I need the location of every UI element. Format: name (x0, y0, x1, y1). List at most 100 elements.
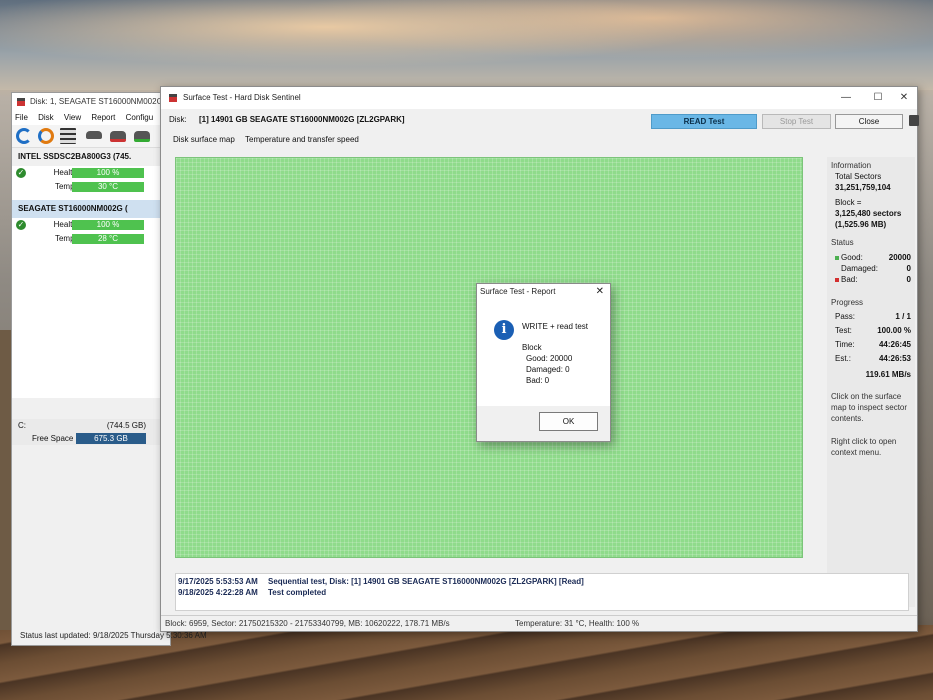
surface-test-title: Surface Test - Hard Disk Sentinel (183, 93, 301, 102)
volume-size: (744.5 GB) (106, 421, 146, 430)
disk-item-intel[interactable]: INTEL SSDSC2BA800G3 (745. (12, 148, 169, 166)
bad-value: 0 (906, 275, 911, 284)
log-message: Test completed (268, 588, 327, 597)
disk-health-row: ✓ Health: 100 % (12, 218, 169, 232)
temp-bar: 30 °C (72, 182, 144, 192)
disk-health-row: ✓ Health: 100 % (12, 166, 169, 180)
close-dialog-icon[interactable]: ✕ (596, 284, 604, 300)
background-photo (0, 0, 933, 90)
report-dialog: Surface Test - Report ✕ i WRITE + read t… (476, 283, 611, 442)
app-icon (169, 94, 177, 102)
ok-button[interactable]: OK (539, 412, 598, 431)
menu-view[interactable]: View (64, 113, 81, 122)
report-heading: WRITE + read test (522, 322, 589, 331)
disk-name: [1] 14901 GB SEAGATE ST16000NM002G [ZL2G… (199, 115, 405, 124)
pass-value: 1 / 1 (895, 312, 911, 321)
log-row: 9/17/2025 5:53:53 AM Sequential test, Di… (178, 577, 584, 586)
health-bar: 100 % (72, 220, 144, 230)
log-time: 9/17/2025 5:53:53 AM (178, 577, 258, 586)
volume-panel: C: (744.5 GB) Free Space 675.3 GB (12, 419, 170, 445)
report-block-label: Block (522, 343, 542, 352)
menu-disk[interactable]: Disk (38, 113, 54, 122)
disk-temp-row: Temp.: 30 °C (12, 180, 169, 194)
app-icon (17, 98, 25, 106)
disk-label: Disk: (169, 115, 187, 124)
refresh-all-icon[interactable] (38, 128, 54, 144)
block-mb: (1,525.96 MB) (835, 220, 887, 229)
test-label: Test: (835, 326, 852, 335)
list-icon[interactable] (60, 128, 76, 144)
log-panel: 9/17/2025 5:53:53 AM Sequential test, Di… (175, 573, 909, 611)
block-sectors: 3,125,480 sectors (835, 209, 902, 218)
damaged-label: Damaged: (841, 264, 878, 273)
tab-disk-surface-map[interactable]: Disk surface map (173, 135, 235, 144)
menu-configuration[interactable]: Configu (126, 113, 154, 122)
bad-label: Bad: (835, 274, 857, 285)
check-icon: ✓ (16, 220, 26, 230)
save-icon[interactable] (909, 115, 919, 126)
report-dialog-titlebar[interactable]: Surface Test - Report ✕ (477, 284, 610, 300)
info-icon: i (494, 320, 514, 340)
menu-file[interactable]: File (15, 113, 28, 122)
menu-report[interactable]: Report (91, 113, 115, 122)
report-bad: Bad: 0 (526, 376, 550, 385)
hint-line: contents. (831, 414, 864, 423)
pass-label: Pass: (835, 312, 856, 321)
disk-icon[interactable] (86, 131, 102, 139)
minimize-icon[interactable]: — (833, 87, 859, 109)
block-status: Block: 6959, Sector: 21750215320 - 21753… (165, 619, 450, 628)
free-space-label: Free Space (32, 434, 74, 443)
surface-test-status-bar: Block: 6959, Sector: 21750215320 - 21753… (161, 615, 917, 631)
block-label: Block = (835, 198, 862, 207)
health-bar: 100 % (72, 168, 144, 178)
disk-item-seagate[interactable]: SEAGATE ST16000NM002G ( (12, 200, 169, 218)
check-icon: ✓ (16, 168, 26, 178)
total-sectors-label: Total Sectors (835, 172, 882, 181)
read-test-button[interactable]: READ Test (651, 114, 757, 129)
surface-test-titlebar[interactable]: Surface Test - Hard Disk Sentinel — ☐ ✕ (161, 87, 917, 109)
good-label: Good: (835, 252, 863, 263)
surface-test-header: Disk: [1] 14901 GB SEAGATE ST16000NM002G… (161, 109, 919, 131)
tab-temperature-transfer[interactable]: Temperature and transfer speed (245, 135, 359, 144)
est-value: 44:26:53 (878, 354, 911, 363)
est-label: Est.: (835, 354, 852, 363)
hint-line: Click on the surface (831, 392, 902, 401)
report-dialog-footer: OK (477, 406, 610, 441)
log-time: 9/18/2025 4:22:28 AM (178, 588, 258, 597)
menu-bar: File Disk View Report Configu (12, 111, 170, 125)
disk-list: INTEL SSDSC2BA800G3 (745. ✓ Health: 100 … (12, 148, 170, 398)
close-button[interactable]: Close (835, 114, 903, 129)
disk-check-icon[interactable] (134, 131, 150, 142)
refresh-icon[interactable] (16, 128, 32, 144)
disk-temp-row: Temp.: 28 °C (12, 232, 169, 246)
temperature-status: Temperature: 31 °C, Health: 100 % (515, 619, 640, 628)
time-label: Time: (835, 340, 855, 349)
disk-test-icon[interactable] (110, 131, 126, 142)
damaged-value: 0 (906, 264, 911, 273)
report-dialog-title: Surface Test - Report (480, 287, 556, 296)
maximize-icon[interactable]: ☐ (865, 87, 891, 109)
close-window-icon[interactable]: ✕ (891, 87, 917, 109)
volume-drive: C: (18, 421, 26, 430)
log-message: Sequential test, Disk: [1] 14901 GB SEAG… (268, 577, 584, 586)
good-value: 20000 (888, 253, 911, 262)
total-sectors-value: 31,251,759,104 (835, 183, 891, 192)
info-title: Information (831, 161, 872, 170)
report-damaged: Damaged: 0 (526, 365, 570, 374)
main-window-title: Disk: 1, SEAGATE ST16000NM002G (30, 97, 163, 106)
stop-test-button[interactable]: Stop Test (762, 114, 831, 129)
main-status-bar: Status last updated: 9/18/2025 Thursday … (20, 631, 207, 640)
log-row: 9/18/2025 4:22:28 AM Test completed (178, 588, 326, 597)
volume-row[interactable]: C: (744.5 GB) (12, 419, 170, 432)
test-value: 100.00 % (877, 326, 911, 335)
free-space-bar: 675.3 GB (76, 433, 146, 444)
main-window-titlebar[interactable]: Disk: 1, SEAGATE ST16000NM002G (12, 93, 170, 111)
free-space-row: Free Space 675.3 GB (12, 432, 170, 445)
toolbar (12, 125, 170, 148)
progress-title: Progress (831, 298, 864, 307)
tab-bar: Disk surface map Temperature and transfe… (161, 131, 917, 149)
status-title: Status (831, 238, 854, 247)
info-panel: Information Total Sectors 31,251,759,104… (827, 157, 915, 607)
hint-line: map to inspect sector (831, 403, 908, 412)
hint-line: context menu. (831, 448, 882, 457)
